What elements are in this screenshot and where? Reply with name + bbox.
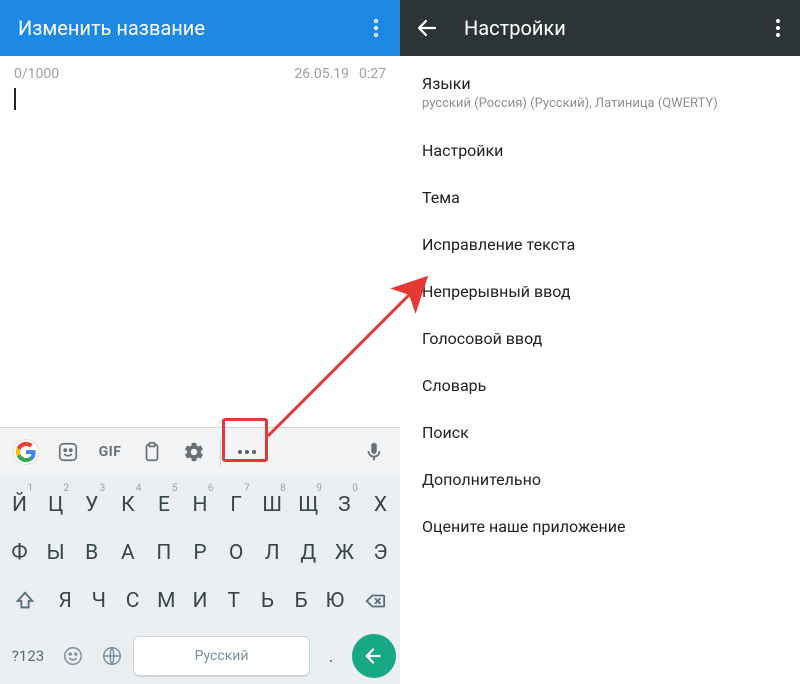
key-Ь[interactable]: Ь bbox=[251, 578, 284, 624]
key-Э[interactable]: Э bbox=[363, 530, 398, 576]
settings-item-label: Настройки bbox=[422, 141, 778, 160]
key-Ф[interactable]: Ф bbox=[2, 530, 37, 576]
mic-icon[interactable] bbox=[354, 432, 394, 472]
language-key[interactable] bbox=[94, 634, 130, 678]
gear-icon[interactable] bbox=[174, 432, 214, 472]
key-О[interactable]: О bbox=[219, 530, 254, 576]
key-Т[interactable]: Т bbox=[217, 578, 250, 624]
keyboard-bottom-row: ?123 Русский . bbox=[0, 632, 400, 684]
key-З[interactable]: З0 bbox=[327, 482, 362, 528]
key-У[interactable]: У3 bbox=[74, 482, 109, 528]
settings-item-label: Дополнительно bbox=[422, 470, 778, 489]
key-Л[interactable]: Л bbox=[255, 530, 290, 576]
backspace-key[interactable] bbox=[352, 578, 398, 624]
editor-textarea[interactable] bbox=[0, 84, 400, 114]
date-label: 26.05.19 bbox=[294, 66, 349, 82]
settings-item-5[interactable]: Голосовой ввод bbox=[400, 315, 800, 362]
appbar-title: Изменить название bbox=[18, 16, 205, 40]
key-Ц[interactable]: Ц2 bbox=[38, 482, 73, 528]
toolbar-more-icon[interactable] bbox=[227, 432, 267, 472]
settings-item-label: Тема bbox=[422, 188, 778, 207]
settings-item-2[interactable]: Тема bbox=[400, 174, 800, 221]
settings-item-0[interactable]: Языки русский (Россия) (Русский), Латиниц… bbox=[400, 60, 800, 127]
keyboard-toolbar: GIF bbox=[0, 428, 400, 476]
settings-item-4[interactable]: Непрерывный ввод bbox=[400, 268, 800, 315]
key-С[interactable]: С bbox=[116, 578, 149, 624]
key-Д[interactable]: Д bbox=[291, 530, 326, 576]
key-Ж[interactable]: Ж bbox=[327, 530, 362, 576]
editor-meta: 0/1000 26.05.19 0:27 bbox=[0, 56, 400, 84]
clipboard-icon[interactable] bbox=[132, 432, 172, 472]
spacebar[interactable]: Русский bbox=[133, 636, 310, 676]
settings-list: Языки русский (Россия) (Русский), Латиниц… bbox=[400, 56, 800, 554]
settings-item-label: Языки bbox=[422, 74, 778, 93]
settings-item-label: Исправление текста bbox=[422, 235, 778, 254]
appbar-title: Настройки bbox=[464, 16, 748, 40]
settings-item-secondary: русский (Россия) (Русский), Латиница (QW… bbox=[422, 96, 778, 113]
settings-item-8[interactable]: Дополнительно bbox=[400, 456, 800, 503]
settings-screen: Настройки Языки русский (Россия) (Русский… bbox=[400, 0, 800, 684]
settings-item-3[interactable]: Исправление текста bbox=[400, 221, 800, 268]
key-Н[interactable]: Н6 bbox=[182, 482, 217, 528]
key-Б[interactable]: Б bbox=[285, 578, 318, 624]
key-П[interactable]: П bbox=[146, 530, 181, 576]
key-Х[interactable]: Х bbox=[363, 482, 398, 528]
key-В[interactable]: В bbox=[74, 530, 109, 576]
editor-screen: Изменить название 0/1000 26.05.19 0:27 bbox=[0, 0, 400, 684]
key-Ю[interactable]: Ю bbox=[319, 578, 352, 624]
char-counter: 0/1000 bbox=[14, 66, 59, 82]
settings-item-label: Словарь bbox=[422, 376, 778, 395]
key-Й[interactable]: Й1 bbox=[2, 482, 37, 528]
settings-item-label: Голосовой ввод bbox=[422, 329, 778, 348]
settings-item-1[interactable]: Настройки bbox=[400, 127, 800, 174]
key-Ч[interactable]: Ч bbox=[82, 578, 115, 624]
symbols-key[interactable]: ?123 bbox=[4, 634, 52, 678]
key-Ы[interactable]: Ы bbox=[38, 530, 73, 576]
appbar: Изменить название bbox=[0, 0, 400, 56]
keyboard-rows: Й1Ц2У3К4Е5Н6Г7Ш8Щ9З0Х ФЫВАПРОЛДЖЭ ЯЧСМИТ… bbox=[0, 476, 400, 632]
on-screen-keyboard: GIF Й1Ц2У3К4Е5Н6Г7Ш8Щ9З0Х bbox=[0, 427, 400, 684]
emoji-key[interactable] bbox=[55, 634, 91, 678]
settings-item-9[interactable]: Оцените наше приложение bbox=[400, 503, 800, 550]
settings-item-label: Поиск bbox=[422, 423, 778, 442]
key-Я[interactable]: Я bbox=[49, 578, 82, 624]
text-cursor bbox=[14, 88, 16, 110]
settings-item-7[interactable]: Поиск bbox=[400, 409, 800, 456]
key-Р[interactable]: Р bbox=[182, 530, 217, 576]
key-Е[interactable]: Е5 bbox=[146, 482, 181, 528]
settings-item-label: Непрерывный ввод bbox=[422, 282, 778, 301]
time-label: 0:27 bbox=[359, 66, 386, 82]
google-icon[interactable] bbox=[6, 432, 46, 472]
period-key[interactable]: . bbox=[313, 634, 349, 678]
more-icon[interactable] bbox=[364, 16, 388, 40]
sticker-icon[interactable] bbox=[48, 432, 88, 472]
key-А[interactable]: А bbox=[110, 530, 145, 576]
more-icon[interactable] bbox=[766, 16, 790, 40]
key-Щ[interactable]: Щ9 bbox=[291, 482, 326, 528]
gif-button[interactable]: GIF bbox=[90, 432, 130, 472]
shift-key[interactable] bbox=[2, 578, 48, 624]
key-М[interactable]: М bbox=[150, 578, 183, 624]
back-icon[interactable] bbox=[408, 9, 446, 47]
settings-item-label: Оцените наше приложение bbox=[422, 517, 778, 536]
key-К[interactable]: К4 bbox=[110, 482, 145, 528]
appbar: Настройки bbox=[400, 0, 800, 56]
key-Ш[interactable]: Ш8 bbox=[255, 482, 290, 528]
key-Г[interactable]: Г7 bbox=[219, 482, 254, 528]
settings-item-6[interactable]: Словарь bbox=[400, 362, 800, 409]
toolbar-divider bbox=[220, 438, 221, 466]
enter-key[interactable] bbox=[352, 634, 396, 678]
key-И[interactable]: И bbox=[184, 578, 217, 624]
